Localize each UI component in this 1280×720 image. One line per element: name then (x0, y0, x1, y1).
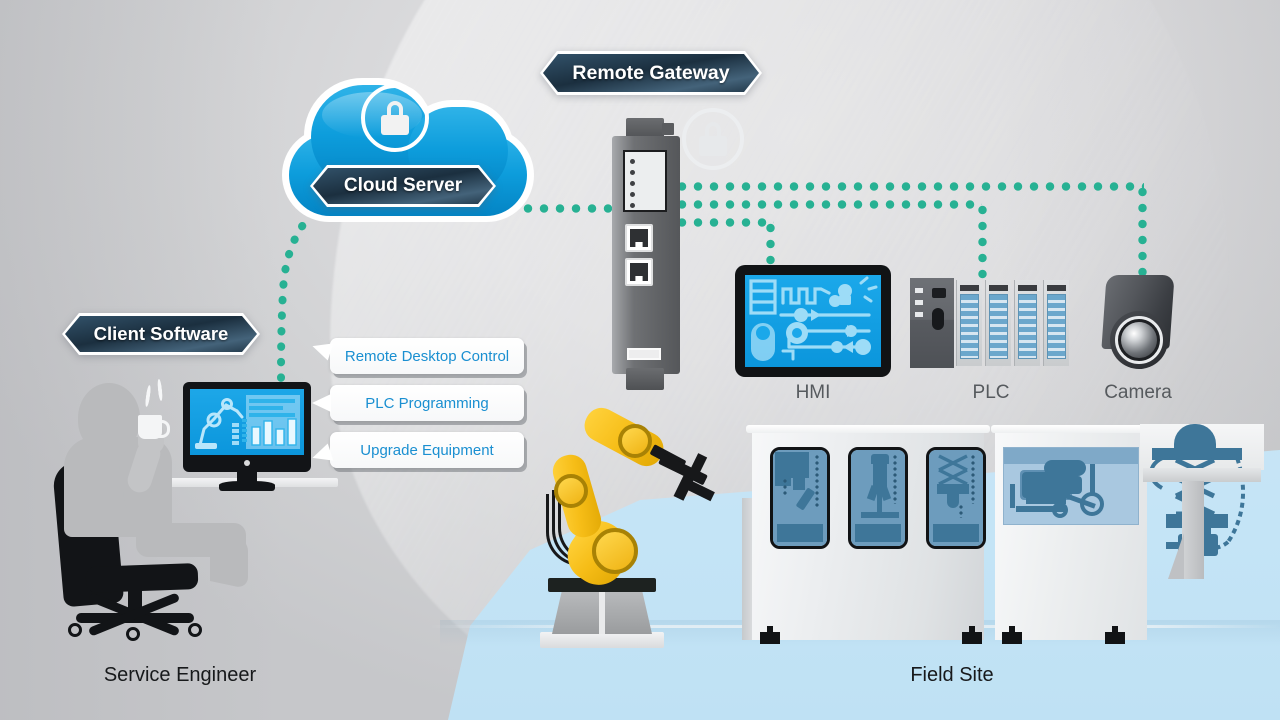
plc-rack-icon[interactable] (910, 278, 1072, 368)
machine-window-3 (926, 447, 986, 549)
field-site-caption: Field Site (910, 664, 994, 686)
machine-foot (962, 626, 982, 644)
plc-cpu-module (910, 278, 954, 368)
feature-callout-list: Remote Desktop Control PLC Programming U… (312, 338, 530, 479)
robot-joint-elbow (554, 474, 588, 508)
hmi-device-label: HMI (795, 382, 831, 403)
chair-caster (68, 623, 82, 637)
plc-io-module (985, 280, 1011, 366)
hmi-bezel (735, 265, 891, 377)
cloud-server-graphic: Cloud Server (282, 70, 534, 222)
monitor-base (219, 481, 275, 491)
hmi-screen (745, 275, 881, 367)
office-chair-seat (85, 563, 199, 593)
lock-icon (682, 108, 744, 170)
hmi-panel-icon[interactable] (735, 265, 891, 377)
callout-remote-desktop-control[interactable]: Remote Desktop Control (330, 338, 524, 374)
callout-upgrade-equipment[interactable]: Upgrade Equipment (330, 432, 524, 468)
steam-wisp (156, 378, 164, 402)
office-chair-legs (76, 613, 194, 623)
machine-b-window (1003, 447, 1139, 525)
plc-cpu-switch (932, 288, 946, 298)
monitor-bezel (183, 382, 311, 472)
client-software-label: Client Software (65, 316, 257, 352)
gateway-ethernet-port-2 (625, 258, 653, 286)
machine-foot (1105, 626, 1125, 644)
desktop-monitor-icon[interactable] (183, 382, 311, 491)
press-hose (1198, 449, 1246, 550)
machine-window-1 (770, 447, 830, 549)
plc-io-module (956, 280, 982, 366)
hmi-scada-graphic (749, 276, 878, 361)
gateway-chassis (612, 136, 680, 374)
chair-caster (126, 627, 140, 641)
person-leg (210, 530, 248, 590)
callout-plc-programming[interactable]: PLC Programming (312, 385, 524, 421)
cloud-server-label: Cloud Server (313, 168, 493, 204)
machine-cabinet-a (746, 425, 990, 640)
plc-io-module (1014, 280, 1040, 366)
plc-io-module (1043, 280, 1069, 366)
remote-gateway-label: Remote Gateway (543, 54, 759, 92)
plc-cpu-port (932, 308, 944, 330)
callout-label: Remote Desktop Control (344, 347, 510, 365)
plc-device-label: PLC (972, 382, 1010, 403)
machine-window-2 (848, 447, 908, 549)
machine-cabinet-b (991, 425, 1151, 640)
remote-gateway-device (612, 118, 680, 390)
camera-lens-glass (1121, 322, 1157, 358)
remote-gateway-banner[interactable]: Remote Gateway (540, 51, 762, 95)
robot-joint-base (592, 528, 638, 574)
chair-caster (188, 623, 202, 637)
gateway-ethernet-port-1 (625, 224, 653, 252)
monitor-screen (190, 389, 304, 455)
coffee-cup-icon (138, 415, 170, 439)
steam-wisp (144, 384, 152, 408)
lock-icon (361, 84, 429, 152)
robot-gripper (649, 444, 715, 508)
machine-foot (760, 626, 780, 644)
robot-joint-shoulder (618, 424, 652, 458)
gateway-din-clip-bottom (626, 368, 664, 390)
robot-base-pedestal (552, 590, 652, 634)
press-table (1143, 468, 1261, 482)
press-table-leg (1182, 481, 1204, 579)
monitor-screen-graphic (195, 395, 300, 449)
diagram-canvas: Cloud Server Remote Gateway Client Softw… (0, 0, 1280, 720)
camera-device-label: Camera (1104, 382, 1172, 403)
gateway-bottom-slot (627, 348, 661, 360)
gateway-led-panel (623, 150, 667, 212)
monitor-power-led (244, 460, 250, 466)
cloud-server-banner[interactable]: Cloud Server (310, 165, 496, 207)
ip-camera-icon[interactable] (1098, 275, 1178, 371)
robot-base-plate (540, 632, 664, 648)
client-software-banner[interactable]: Client Software (62, 313, 260, 355)
machine-foot (1002, 626, 1022, 644)
service-engineer-caption: Service Engineer (103, 664, 257, 686)
robot-arm-icon (532, 402, 715, 648)
callout-label: Upgrade Equipment (360, 441, 494, 459)
callout-label: PLC Programming (365, 394, 489, 412)
